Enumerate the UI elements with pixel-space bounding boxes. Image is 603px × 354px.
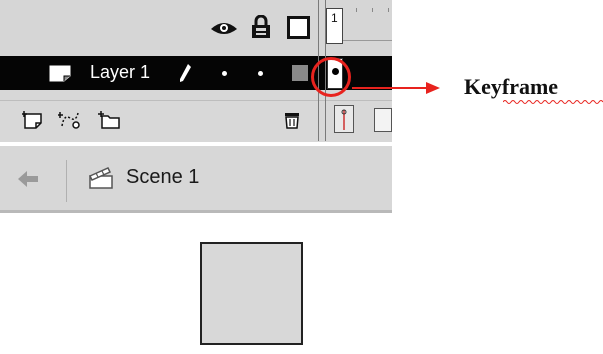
edit-bar-separator (66, 160, 67, 202)
annotation-arrow-line (352, 87, 426, 89)
highlight-circle (311, 57, 351, 97)
back-arrow-icon[interactable] (16, 168, 40, 190)
eye-icon[interactable] (210, 19, 238, 37)
layer-name[interactable]: Layer 1 (90, 62, 150, 83)
insert-layer-folder-icon[interactable] (98, 110, 122, 130)
layer-icon (49, 65, 71, 82)
add-motion-guide-icon[interactable] (58, 110, 82, 130)
onion-skin-button[interactable] (374, 108, 392, 132)
stage-rectangle[interactable] (200, 242, 303, 345)
spellcheck-underline (503, 100, 603, 104)
outline-icon[interactable] (287, 16, 310, 39)
ruler-tick (356, 8, 357, 12)
insert-layer-icon[interactable] (22, 110, 46, 130)
frame-number[interactable]: 1 (326, 8, 343, 44)
playhead-icon (341, 109, 347, 130)
ruler-tick (372, 8, 373, 12)
annotation-arrow-head (426, 82, 440, 94)
playhead-marker[interactable] (334, 105, 354, 133)
scene-name[interactable]: Scene 1 (126, 166, 199, 189)
clapper-icon (88, 167, 113, 189)
ruler-baseline (343, 40, 392, 41)
lock-dot[interactable] (258, 71, 263, 76)
keyframe-label: Keyframe (464, 74, 559, 99)
pencil-icon (180, 64, 191, 82)
visibility-dot[interactable] (222, 71, 227, 76)
lock-icon[interactable] (250, 15, 272, 39)
outline-color-square[interactable] (292, 65, 308, 81)
ruler-tick (388, 8, 389, 12)
delete-layer-icon[interactable] (282, 110, 302, 130)
